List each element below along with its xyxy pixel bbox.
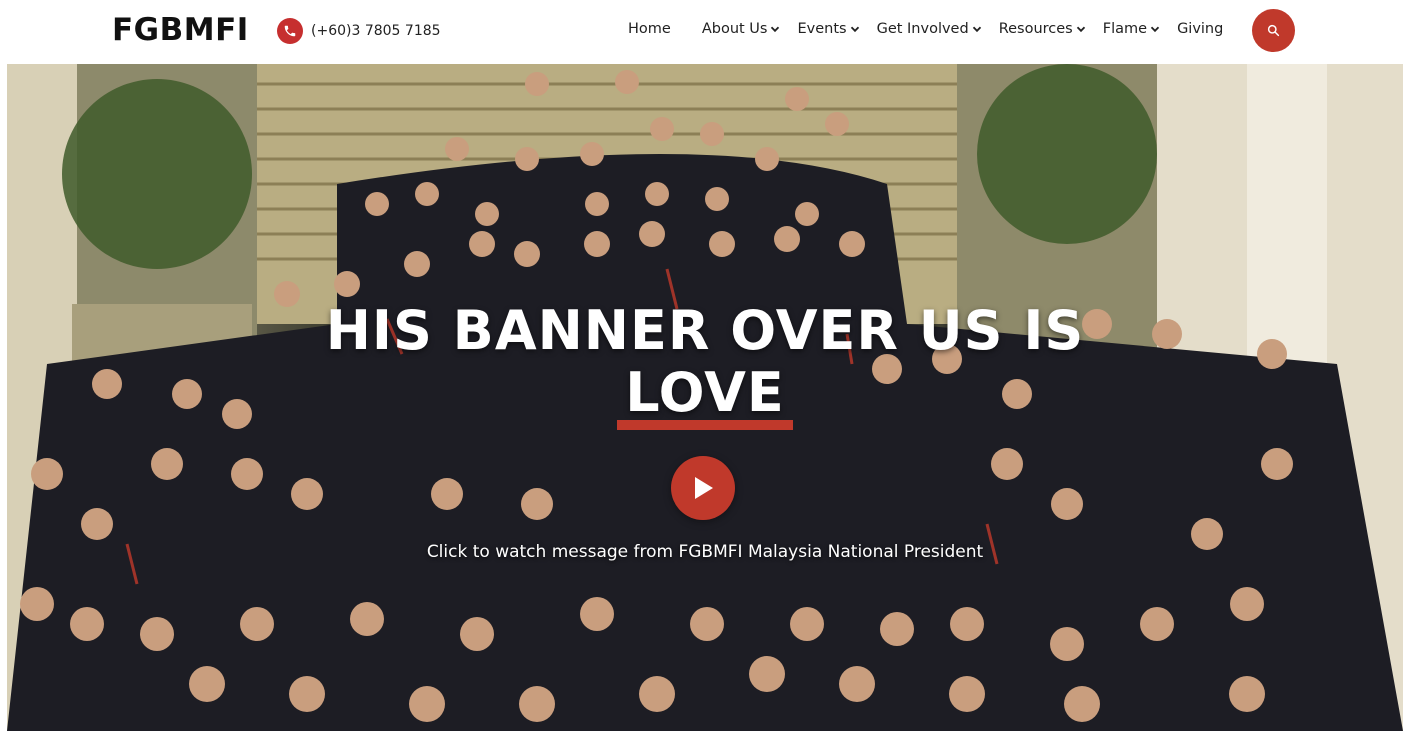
phone-contact[interactable]: (+60)3 7805 7185 — [277, 17, 441, 45]
chevron-down-icon — [1076, 26, 1085, 33]
nav-item-events[interactable]: Events — [797, 21, 859, 37]
nav-item-label: Resources — [998, 21, 1073, 37]
hero-title-line2: LOVE — [625, 361, 785, 424]
nav-item-label: Home — [628, 21, 671, 37]
nav-item-label: Get Involved — [876, 21, 969, 37]
main-nav: Home About Us Events Get Involved Resour… — [628, 17, 1223, 41]
hero-title: HIS BANNER OVER US IS LOVE — [7, 300, 1403, 424]
chevron-down-icon — [972, 26, 981, 33]
phone-icon — [277, 18, 303, 44]
hero-title-line1: HIS BANNER OVER US IS — [325, 299, 1085, 362]
nav-item-label: Giving — [1177, 21, 1224, 37]
chevron-down-icon — [1150, 26, 1160, 33]
site-logo[interactable]: FGBMFI — [112, 12, 249, 48]
search-icon — [1267, 24, 1280, 37]
phone-number[interactable]: (+60)3 7805 7185 — [311, 23, 441, 39]
nav-item-flame[interactable]: Flame — [1103, 21, 1160, 37]
chevron-down-icon — [850, 26, 859, 33]
nav-item-label: Events — [797, 21, 847, 37]
nav-item-resources[interactable]: Resources — [999, 21, 1086, 37]
play-video-button[interactable] — [671, 456, 735, 520]
hero-caption-link[interactable]: Click to watch message from FGBMFI Malay… — [7, 542, 1403, 562]
nav-item-giving[interactable]: Giving — [1177, 21, 1223, 37]
nav-item-label: Flame — [1102, 21, 1148, 37]
hero-banner: HIS BANNER OVER US IS LOVE Click to watc… — [7, 64, 1403, 731]
chevron-down-icon — [771, 26, 780, 33]
nav-item-home[interactable]: Home — [628, 21, 671, 37]
site-header: FGBMFI (+60)3 7805 7185 Home About Us Ev… — [0, 0, 1407, 62]
nav-item-label: About Us — [701, 21, 768, 37]
play-icon — [695, 477, 713, 499]
title-underline-bar — [617, 420, 793, 430]
search-button[interactable] — [1252, 9, 1295, 52]
nav-item-about-us[interactable]: About Us — [702, 21, 781, 37]
nav-item-get-involved[interactable]: Get Involved — [877, 21, 982, 37]
